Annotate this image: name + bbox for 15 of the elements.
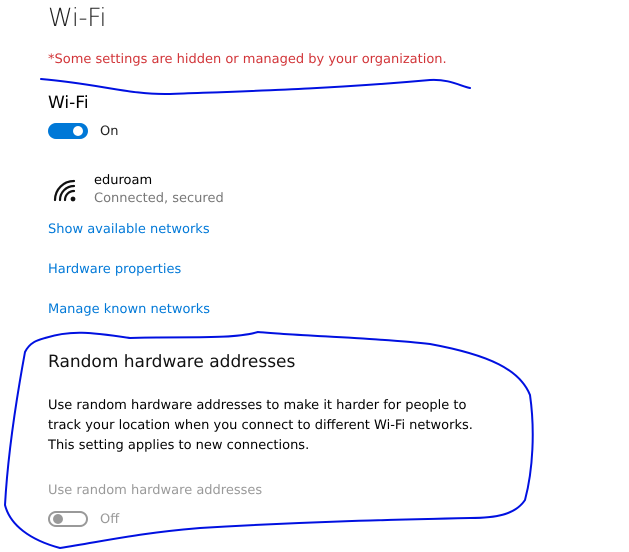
section-heading: Random hardware addresses — [48, 351, 296, 373]
managed-notice: *Some settings are hidden or managed by your organization. — [48, 51, 447, 69]
wifi-signal-icon — [52, 178, 78, 202]
toggle-switch[interactable] — [48, 123, 88, 139]
section-heading: Wi-Fi — [48, 92, 89, 114]
setting-label: Use random hardware addresses — [48, 482, 262, 500]
toggle-state-label: On — [100, 124, 118, 138]
description-text: Use random hardware addresses to make it harder for people to track your location when you connect to different Wi-Fi networks. This setting applies to new connections. — [48, 397, 474, 455]
settings-link[interactable]: Show available networks — [48, 221, 210, 239]
network-name: eduroam — [94, 172, 152, 190]
toggle-state-label: Off — [100, 512, 120, 526]
settings-link[interactable]: Hardware properties — [48, 261, 182, 279]
settings-link[interactable]: Manage known networks — [48, 301, 210, 319]
network-status: Connected, secured — [94, 190, 224, 208]
page-title: Wi-Fi — [48, 2, 106, 34]
